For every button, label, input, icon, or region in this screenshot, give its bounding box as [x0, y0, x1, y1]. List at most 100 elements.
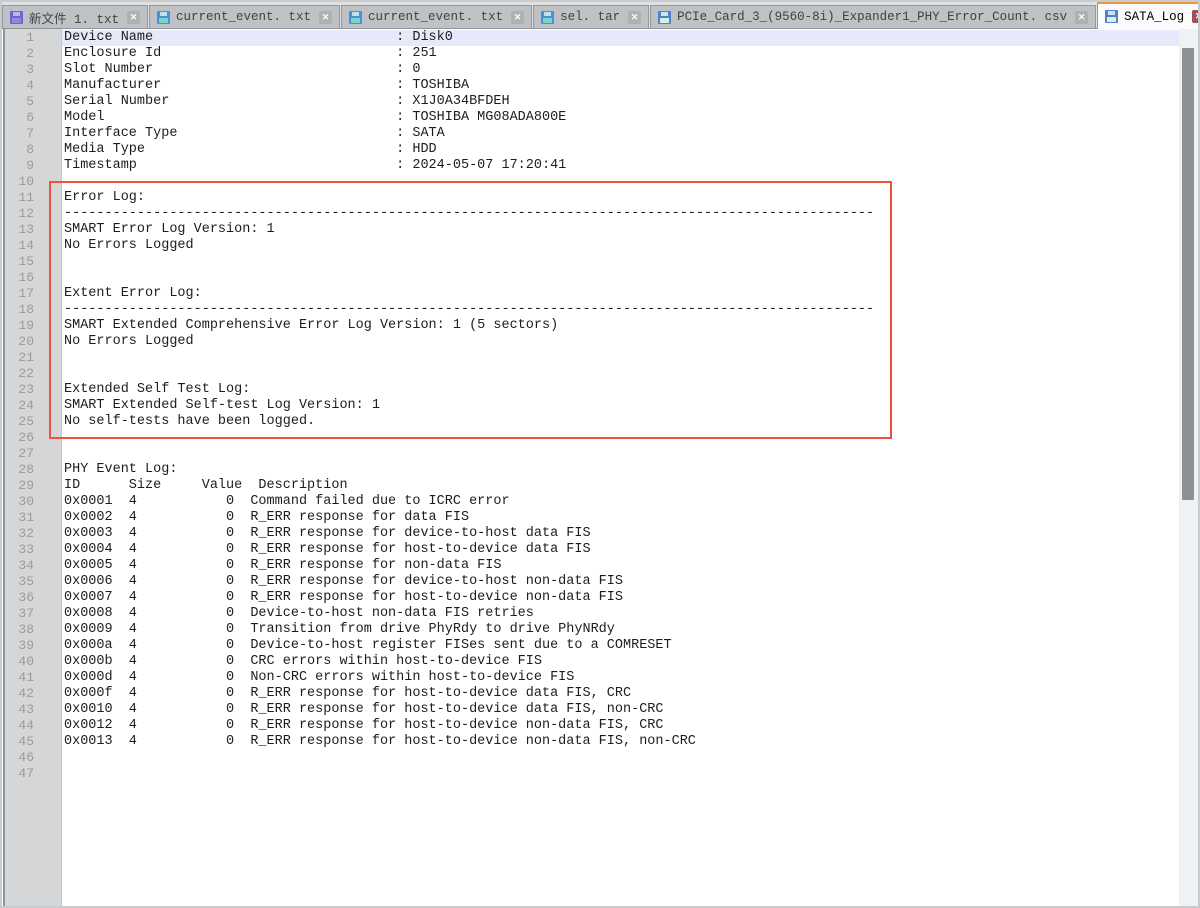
close-icon[interactable]: ✕: [319, 11, 332, 24]
editor-line[interactable]: 0x0004 4 0 R_ERR response for host-to-de…: [62, 542, 1179, 558]
tab-1-txt[interactable]: 新文件 1. txt ✕: [2, 5, 148, 28]
editor-line[interactable]: SMART Extended Comprehensive Error Log V…: [62, 318, 1179, 334]
line-number: 26: [5, 430, 61, 446]
editor-line[interactable]: SMART Error Log Version: 1: [62, 222, 1179, 238]
editor-line[interactable]: 0x000a 4 0 Device-to-host register FISes…: [62, 638, 1179, 654]
line-number: 3: [5, 62, 61, 78]
scrollbar-thumb[interactable]: [1182, 48, 1194, 500]
line-number: 1: [5, 30, 61, 46]
editor-line[interactable]: Extended Self Test Log:: [62, 382, 1179, 398]
tab-sata-log[interactable]: SATA_Log✕: [1097, 2, 1200, 29]
editor-line[interactable]: Slot Number : 0: [62, 62, 1179, 78]
editor-line[interactable]: ID Size Value Description: [62, 478, 1179, 494]
editor-line[interactable]: 0x0009 4 0 Transition from drive PhyRdy …: [62, 622, 1179, 638]
line-number: 12: [5, 206, 61, 222]
editor-line[interactable]: 0x0013 4 0 R_ERR response for host-to-de…: [62, 734, 1179, 750]
save-icon: [658, 11, 671, 24]
editor-line[interactable]: 0x000b 4 0 CRC errors within host-to-dev…: [62, 654, 1179, 670]
editor-line[interactable]: Serial Number : X1J0A34BFDEH: [62, 94, 1179, 110]
tab-label: PCIe_Card_3_(9560-8i)_Expander1_PHY_Erro…: [677, 10, 1067, 24]
editor-line[interactable]: PHY Event Log:: [62, 462, 1179, 478]
line-number: 5: [5, 94, 61, 110]
editor-line[interactable]: 0x0012 4 0 R_ERR response for host-to-de…: [62, 718, 1179, 734]
editor-line[interactable]: Manufacturer : TOSHIBA: [62, 78, 1179, 94]
editor-line[interactable]: Error Log:: [62, 190, 1179, 206]
editor-line[interactable]: [62, 446, 1179, 462]
line-number-gutter[interactable]: 1234567891011121314151617181920212223242…: [5, 29, 62, 906]
line-number: 46: [5, 750, 61, 766]
editor-line[interactable]: [62, 750, 1179, 766]
editor-line[interactable]: 0x0001 4 0 Command failed due to ICRC er…: [62, 494, 1179, 510]
line-number: 36: [5, 590, 61, 606]
editor-line[interactable]: ----------------------------------------…: [62, 206, 1179, 222]
line-number: 34: [5, 558, 61, 574]
line-number: 47: [5, 766, 61, 782]
line-number: 42: [5, 686, 61, 702]
line-number: 40: [5, 654, 61, 670]
editor-line[interactable]: No Errors Logged: [62, 238, 1179, 254]
editor-line[interactable]: 0x0010 4 0 R_ERR response for host-to-de…: [62, 702, 1179, 718]
editor-line[interactable]: 0x0008 4 0 Device-to-host non-data FIS r…: [62, 606, 1179, 622]
editor-line[interactable]: Enclosure Id : 251: [62, 46, 1179, 62]
save-icon: [10, 11, 23, 24]
editor-line[interactable]: [62, 350, 1179, 366]
line-number: 27: [5, 446, 61, 462]
line-number: 22: [5, 366, 61, 382]
tab-current-event-txt[interactable]: current_event. txt✕: [341, 5, 532, 28]
line-number: 19: [5, 318, 61, 334]
editor-line[interactable]: Model : TOSHIBA MG08ADA800E: [62, 110, 1179, 126]
editor-line[interactable]: [62, 254, 1179, 270]
editor-line[interactable]: [62, 174, 1179, 190]
line-number: 4: [5, 78, 61, 94]
tab-current-event-txt[interactable]: current_event. txt ✕: [149, 5, 340, 28]
save-icon: [1105, 10, 1118, 23]
tab-pcie-card-3-9560-8i-expander1-phy-error-count-csv[interactable]: PCIe_Card_3_(9560-8i)_Expander1_PHY_Erro…: [650, 5, 1096, 28]
editor-line[interactable]: [62, 366, 1179, 382]
editor-area: 1234567891011121314151617181920212223242…: [2, 29, 1198, 906]
editor-line[interactable]: 0x000f 4 0 R_ERR response for host-to-de…: [62, 686, 1179, 702]
text-content[interactable]: Device Name : Disk0Enclosure Id : 251Slo…: [62, 29, 1179, 906]
close-icon[interactable]: ✕: [127, 11, 140, 24]
line-number: 14: [5, 238, 61, 254]
editor-line[interactable]: Timestamp : 2024-05-07 17:20:41: [62, 158, 1179, 174]
line-number: 29: [5, 478, 61, 494]
editor-line[interactable]: 0x0007 4 0 R_ERR response for host-to-de…: [62, 590, 1179, 606]
editor-line[interactable]: 0x0003 4 0 R_ERR response for device-to-…: [62, 526, 1179, 542]
line-number: 44: [5, 718, 61, 734]
vertical-scrollbar[interactable]: [1179, 29, 1198, 906]
line-number: 38: [5, 622, 61, 638]
editor-line[interactable]: No self-tests have been logged.: [62, 414, 1179, 430]
tab-label: current_event. txt: [176, 10, 311, 24]
save-icon: [349, 11, 362, 24]
line-number: 9: [5, 158, 61, 174]
tab-label: 新文件 1. txt: [29, 8, 119, 27]
editor-line[interactable]: Device Name : Disk0: [62, 30, 1179, 46]
line-number: 39: [5, 638, 61, 654]
line-number: 20: [5, 334, 61, 350]
tab-bar: 新文件 1. txt✕current_event. txt✕current_ev…: [2, 2, 1198, 29]
editor-line[interactable]: [62, 430, 1179, 446]
close-icon[interactable]: ✕: [1192, 10, 1200, 23]
editor-line[interactable]: ----------------------------------------…: [62, 302, 1179, 318]
tab-label: sel. tar: [560, 10, 620, 24]
close-icon[interactable]: ✕: [628, 11, 641, 24]
editor-line[interactable]: 0x0002 4 0 R_ERR response for data FIS: [62, 510, 1179, 526]
editor-line[interactable]: SMART Extended Self-test Log Version: 1: [62, 398, 1179, 414]
line-number: 2: [5, 46, 61, 62]
editor-line[interactable]: [62, 766, 1179, 782]
editor-line[interactable]: No Errors Logged: [62, 334, 1179, 350]
editor-line[interactable]: Extent Error Log:: [62, 286, 1179, 302]
editor-line[interactable]: [62, 270, 1179, 286]
close-icon[interactable]: ✕: [511, 11, 524, 24]
tab-sel-tar[interactable]: sel. tar ✕: [533, 5, 649, 28]
editor-line[interactable]: 0x000d 4 0 Non-CRC errors within host-to…: [62, 670, 1179, 686]
close-icon[interactable]: ✕: [1075, 11, 1088, 24]
line-number: 32: [5, 526, 61, 542]
line-number: 8: [5, 142, 61, 158]
editor-line[interactable]: 0x0005 4 0 R_ERR response for non-data F…: [62, 558, 1179, 574]
editor-line[interactable]: 0x0006 4 0 R_ERR response for device-to-…: [62, 574, 1179, 590]
line-number: 24: [5, 398, 61, 414]
editor-line[interactable]: Interface Type : SATA: [62, 126, 1179, 142]
save-icon: [157, 11, 170, 24]
editor-line[interactable]: Media Type : HDD: [62, 142, 1179, 158]
